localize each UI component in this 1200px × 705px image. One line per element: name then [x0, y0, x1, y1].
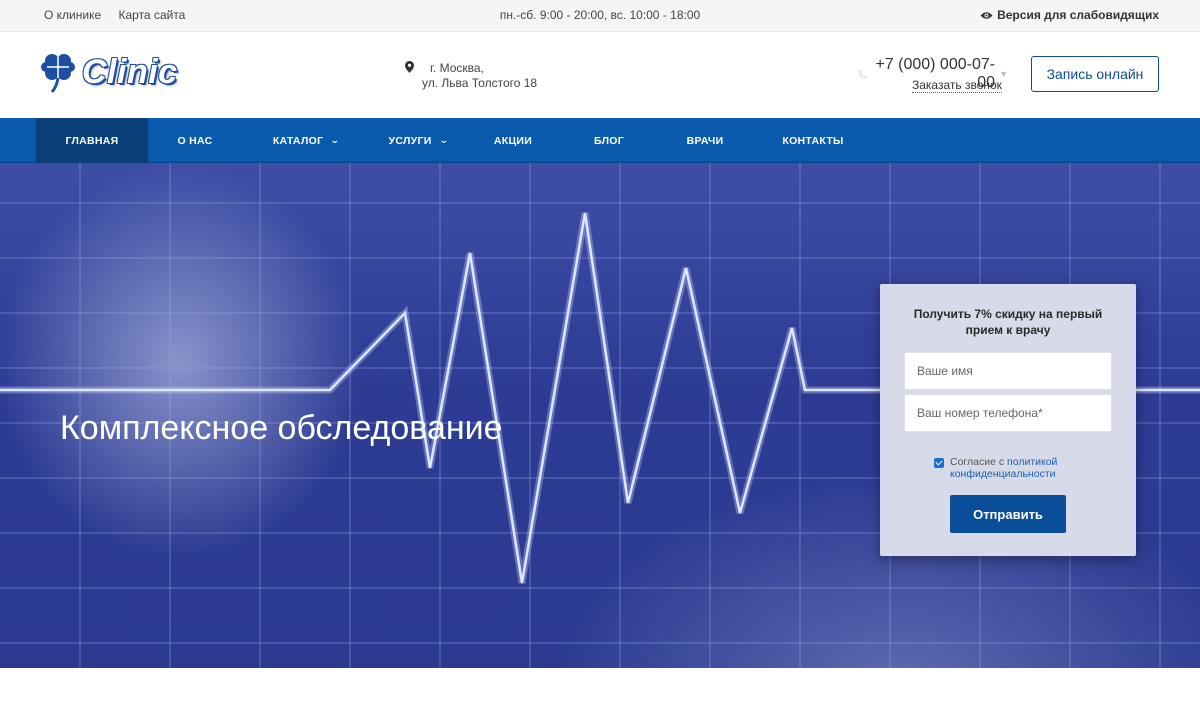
nav-item-label: О НАС [177, 134, 213, 147]
discount-form: Получить 7% скидку на первый прием к вра… [880, 284, 1136, 556]
nav-item-doctors[interactable]: ВРАЧИ [668, 118, 742, 163]
nav-item-label: ГЛАВНАЯ [65, 134, 119, 147]
nav-item-contacts[interactable]: КОНТАКТЫ [768, 118, 858, 163]
consent-checkbox-row: Согласие с политикой конфиденциальности [934, 456, 1136, 480]
accessibility-label: Версия для слабовидящих [997, 8, 1159, 22]
consent-checkbox[interactable] [934, 458, 944, 468]
hero-banner: Комплексное обследование Получить 7% ски… [0, 163, 1200, 668]
accessibility-version-link[interactable]: Версия для слабовидящих [980, 8, 1159, 22]
hero-title: Комплексное обследование [60, 409, 503, 447]
nav-item-about[interactable]: О НАС [148, 118, 242, 163]
nav-item-label: КОНТАКТЫ [782, 134, 844, 147]
nav-item-label: УСЛУГИ [388, 134, 432, 147]
submit-button[interactable]: Отправить [950, 495, 1066, 533]
address-street: ул. Льва Толстого 18 [422, 76, 538, 90]
nav-item-label: ВРАЧИ [686, 134, 724, 147]
nav-item-label: АКЦИИ [493, 134, 533, 147]
phone-input[interactable]: Ваш номер телефона* [904, 394, 1112, 432]
clover-logo-icon [41, 54, 75, 93]
site-header: Clinic г. Москва, ул. Льва Толстого 18 +… [0, 32, 1200, 118]
nav-item-label: БЛОГ [594, 134, 624, 147]
request-call-link[interactable]: Заказать звонок [912, 78, 1002, 93]
book-online-button[interactable]: Запись онлайн [1031, 56, 1159, 92]
address: г. Москва, ул. Льва Толстого 18 [405, 61, 537, 91]
phone-block: +7 (000) 000-07-00 ▼ Заказать звонок [858, 56, 1008, 93]
nav-item-label: КАТАЛОГ [272, 134, 324, 147]
chevron-down-icon: ⌄ [330, 135, 341, 145]
consent-text: Согласие с [950, 456, 1005, 468]
phone-icon [858, 69, 868, 79]
nav-item-services[interactable]: УСЛУГИ ⌄ [370, 118, 466, 163]
location-pin-icon [405, 61, 414, 73]
top-bar: О клинике Карта сайта пн.-сб. 9:00 - 20:… [0, 0, 1200, 32]
nav-item-promotions[interactable]: АКЦИИ [476, 118, 550, 163]
logo-text: Clinic [82, 52, 178, 91]
chevron-down-icon: ⌄ [438, 135, 449, 145]
address-city: г. Москва, [430, 61, 484, 75]
nav-item-home[interactable]: ГЛАВНАЯ [36, 118, 148, 163]
main-nav: ГЛАВНАЯ О НАС КАТАЛОГ ⌄ УСЛУГИ ⌄ АКЦИИ Б… [0, 118, 1200, 163]
nav-item-blog[interactable]: БЛОГ [572, 118, 646, 163]
nav-item-catalog[interactable]: КАТАЛОГ ⌄ [254, 118, 358, 163]
logo[interactable]: Clinic [40, 50, 178, 94]
form-heading: Получить 7% скидку на первый прием к вра… [913, 307, 1103, 337]
eye-icon [980, 11, 993, 19]
name-input[interactable]: Ваше имя [904, 352, 1112, 390]
